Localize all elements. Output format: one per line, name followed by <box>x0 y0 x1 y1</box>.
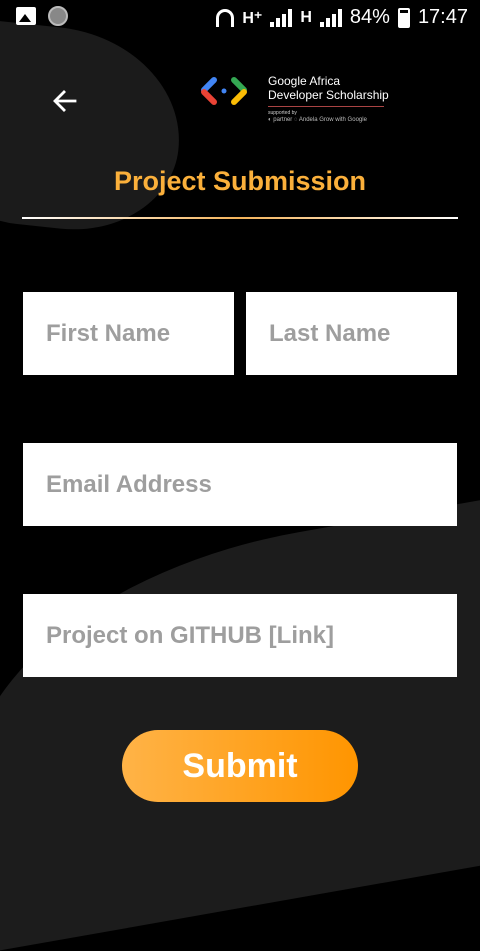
first-name-field[interactable]: First Name <box>23 292 234 375</box>
last-name-field[interactable]: Last Name <box>246 292 457 375</box>
app-notification-icon <box>48 6 68 26</box>
arrow-left-icon <box>53 90 77 112</box>
signal-bars-icon <box>319 8 342 27</box>
logo-supported-by: supported by <box>268 110 297 116</box>
title-divider <box>22 217 458 219</box>
page-title: Project Submission <box>113 166 367 196</box>
background-shape-bottom <box>0 488 480 951</box>
google-developers-logo-icon <box>201 77 247 105</box>
signal-bars-icon <box>270 8 293 27</box>
logo-title-line1: Google Africa <box>268 74 341 88</box>
network-type-2: H <box>300 8 312 26</box>
battery-percent: 84% <box>349 6 390 28</box>
logo-title-line2: Developer Scholarship <box>268 88 389 102</box>
logo-partners: ◐ partner ◌ Andela Grow with Google <box>268 117 367 123</box>
image-icon <box>16 7 36 25</box>
logo-divider <box>268 106 384 107</box>
headset-icon <box>216 8 235 27</box>
email-field[interactable]: Email Address <box>23 443 457 526</box>
github-link-field[interactable]: Project on GITHUB [Link] <box>23 594 457 677</box>
clock: 17:47 <box>417 6 468 28</box>
status-bar: H⁺ H 84% 17:47 <box>0 0 480 36</box>
network-type-1: H⁺ <box>242 9 263 27</box>
battery-charging-icon <box>397 7 410 28</box>
background-shape-top <box>0 16 190 240</box>
gads-logo: Google Africa Developer Scholarship supp… <box>200 72 400 128</box>
submit-button[interactable]: Submit <box>122 730 358 802</box>
back-button[interactable] <box>42 78 88 124</box>
